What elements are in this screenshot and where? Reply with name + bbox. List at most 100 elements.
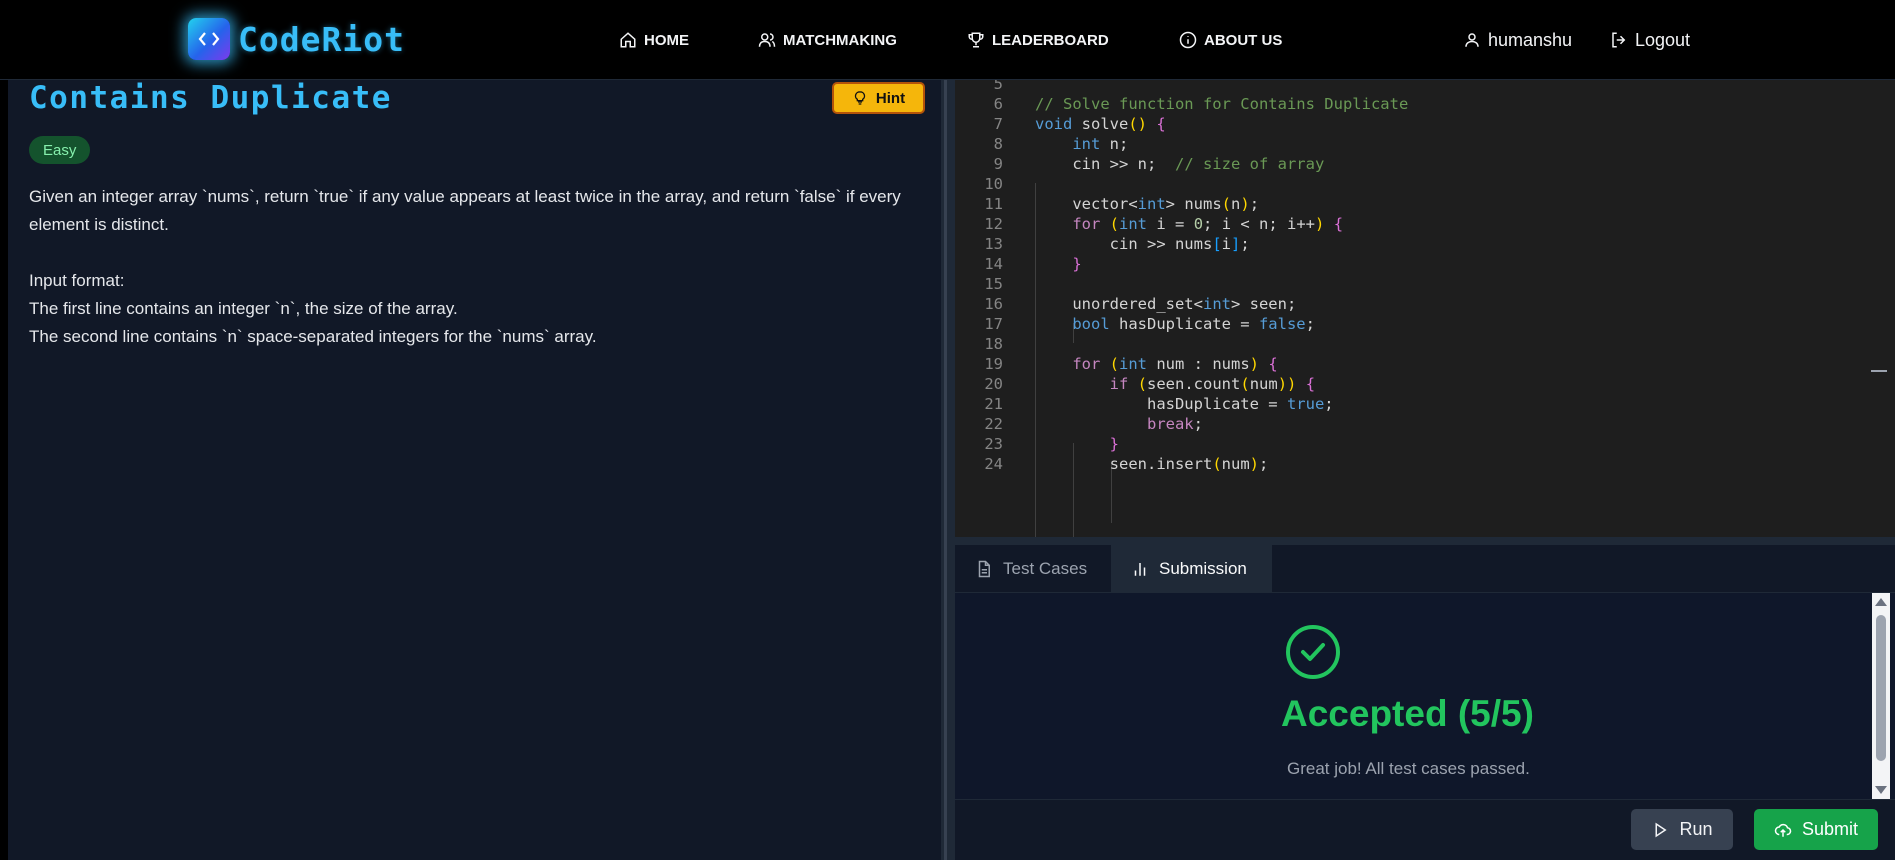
code-text: if (seen.count(num)) {: [1109, 375, 1316, 393]
check-circle-icon: [1286, 625, 1340, 679]
code-editor[interactable]: 5 6 // Solve function for Contains Duplica…: [955, 80, 1895, 537]
hint-button[interactable]: Hint: [832, 82, 925, 114]
nav-home[interactable]: HOME: [619, 28, 689, 52]
line-number: 15: [984, 275, 1003, 293]
line-number: 18: [984, 335, 1003, 353]
line-number: 11: [984, 195, 1003, 213]
users-icon: [758, 33, 776, 47]
code-text: }: [1072, 255, 1082, 273]
code-text: bool hasDuplicate = false;: [1072, 315, 1315, 333]
code-line[interactable]: 10: [955, 174, 1895, 194]
tab-test-cases[interactable]: Test Cases: [975, 545, 1087, 593]
code-line[interactable]: 13 cin >> nums[i];: [955, 234, 1895, 254]
nav-leaderboard[interactable]: LEADERBOARD: [967, 28, 1109, 52]
line-number: 23: [984, 435, 1003, 453]
logout-button[interactable]: Logout: [1610, 28, 1690, 52]
lightbulb-icon: [854, 91, 866, 105]
action-bar: Run Submit: [955, 799, 1895, 860]
problem-panel: Contains Duplicate Hint Easy Given an in…: [8, 80, 942, 860]
submit-label: Submit: [1801, 819, 1859, 839]
results-scrollbar[interactable]: [1872, 593, 1890, 799]
code-line[interactable]: 20 if (seen.count(num)) {: [955, 374, 1895, 394]
nav-about-us[interactable]: ABOUT US: [1179, 28, 1282, 52]
document-icon: [978, 560, 990, 578]
logout-icon: [1612, 32, 1626, 48]
line-number: 13: [984, 235, 1003, 253]
editor-scroll-indicator: [1871, 370, 1887, 372]
submission-result: Accepted (5/5) Great job! All test cases…: [955, 593, 1895, 799]
user-profile[interactable]: humanshu: [1463, 28, 1572, 52]
code-line[interactable]: 15: [955, 274, 1895, 294]
verdict-text: Accepted (5/5): [1281, 693, 1534, 734]
verdict-message: Great job! All test cases passed.: [1287, 759, 1530, 778]
scrollbar-thumb[interactable]: [1876, 615, 1886, 761]
code-text: }: [1109, 435, 1119, 453]
code-text: break;: [1146, 415, 1203, 433]
code-line[interactable]: 14 }: [955, 254, 1895, 274]
line-number: 20: [984, 375, 1003, 393]
problem-description: Given an integer array `nums`, return `t…: [29, 187, 901, 346]
play-icon: [1655, 822, 1668, 837]
info-icon: [1179, 31, 1197, 49]
code-line[interactable]: 12 for (int i = 0; i < n; i++) {: [955, 214, 1895, 234]
code-line[interactable]: 19 for (int num : nums) {: [955, 354, 1895, 374]
code-line[interactable]: 16 unordered_set<int> seen;: [955, 294, 1895, 314]
code-line[interactable]: 11 vector<int> nums(n);: [955, 194, 1895, 214]
code-line[interactable]: 8 int n;: [955, 134, 1895, 154]
line-number: 10: [984, 175, 1003, 193]
line-number: 19: [984, 355, 1003, 373]
code-line[interactable]: 6 // Solve function for Contains Duplicat…: [955, 94, 1895, 114]
code-line[interactable]: 9 cin >> n; // size of array: [955, 154, 1895, 174]
brand-logo[interactable]: CodeRiot: [188, 17, 405, 61]
tab-submission[interactable]: Submission: [1111, 545, 1272, 593]
line-number: 24: [984, 455, 1003, 473]
code-line[interactable]: 7 void solve() {: [955, 114, 1895, 134]
code-text: // Solve function for Contains Duplicate: [1035, 95, 1409, 113]
code-text: seen.insert(num);: [1035, 455, 1269, 473]
brand-name: CodeRiot: [238, 19, 405, 59]
cloud-upload-icon: [1774, 823, 1792, 837]
user-icon: [1465, 33, 1479, 47]
problem-title: Contains Duplicate: [29, 80, 392, 116]
run-button[interactable]: Run: [1631, 809, 1733, 850]
home-icon: [620, 32, 636, 48]
nav-matchmaking[interactable]: MATCHMAKING: [758, 28, 897, 52]
nav-matchmaking-label: MATCHMAKING: [783, 31, 897, 49]
code-line[interactable]: 22 break;: [955, 414, 1895, 434]
scroll-up-arrow-icon[interactable]: [1875, 598, 1887, 606]
scroll-down-arrow-icon[interactable]: [1875, 786, 1887, 794]
username: humanshu: [1488, 29, 1573, 50]
code-line[interactable]: 18: [955, 334, 1895, 354]
run-label: Run: [1679, 819, 1713, 839]
panel-resize-handle[interactable]: [942, 80, 955, 860]
logout-label: Logout: [1635, 29, 1691, 50]
line-number: 14: [984, 255, 1003, 273]
line-number: 16: [984, 295, 1003, 313]
tab-test-cases-label: Test Cases: [1003, 559, 1088, 578]
code-text: hasDuplicate = true;: [1035, 395, 1334, 413]
code-line[interactable]: 17 bool hasDuplicate = false;: [955, 314, 1895, 334]
code-line[interactable]: 24 seen.insert(num);: [955, 454, 1895, 474]
difficulty-badge: Easy: [29, 136, 91, 164]
line-number: 12: [984, 215, 1003, 233]
line-number: 6: [993, 95, 1003, 113]
submit-button[interactable]: Submit: [1754, 809, 1878, 850]
line-number: 21: [984, 395, 1003, 413]
code-text: for (int num : nums) {: [1072, 355, 1278, 373]
code-text: cin >> n; // size of array: [1035, 155, 1325, 173]
code-text: vector<int> nums(n);: [1035, 195, 1260, 213]
code-line[interactable]: 5: [955, 80, 1895, 94]
code-line[interactable]: 23 }: [955, 434, 1895, 454]
hint-label: Hint: [875, 89, 906, 107]
line-number: 17: [984, 315, 1003, 333]
nav-home-label: HOME: [644, 31, 689, 49]
code-brackets-icon: [188, 18, 230, 60]
bar-chart-icon: [1134, 563, 1146, 576]
tab-submission-label: Submission: [1159, 559, 1247, 578]
line-number: 22: [984, 415, 1003, 433]
result-tabs: Test Cases Submission: [955, 537, 1895, 593]
code-text: int n;: [1072, 135, 1129, 153]
code-line[interactable]: 21 hasDuplicate = true;: [955, 394, 1895, 414]
code-text: for (int i = 0; i < n; i++) {: [1072, 215, 1344, 233]
trophy-icon: [968, 32, 984, 48]
